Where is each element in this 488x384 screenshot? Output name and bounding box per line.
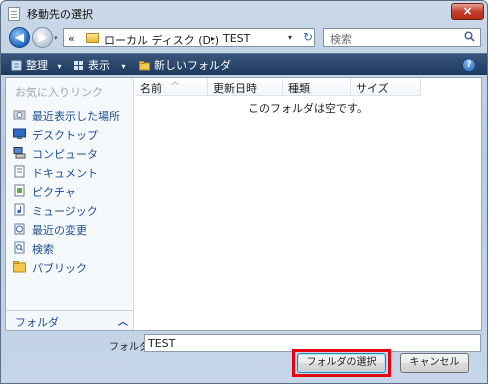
- column-header-name[interactable]: 名前 ︿: [135, 77, 208, 96]
- file-list[interactable]: 名前 ︿ 更新日時 種類 サイズ このフォルダは空です。: [135, 77, 481, 330]
- sidebar-item-pictures[interactable]: ピクチャ: [13, 182, 131, 200]
- window-title: 移動先の選択: [27, 8, 93, 21]
- search-input[interactable]: 検索: [323, 28, 481, 47]
- organize-icon: [11, 60, 22, 71]
- folders-expander[interactable]: フォルダ ︿: [6, 310, 133, 330]
- breadcrumb-separator-icon[interactable]: ▸: [211, 34, 215, 43]
- computer-icon: [13, 147, 26, 159]
- chevron-up-icon[interactable]: ︿: [118, 313, 128, 328]
- view-dropdown-icon: ▾: [121, 62, 126, 71]
- sidebar-item-label: ピクチャ: [32, 186, 76, 199]
- dialog-icon: [8, 7, 20, 21]
- select-folder-button[interactable]: フォルダの選択: [297, 353, 386, 373]
- sidebar-item-documents[interactable]: ドキュメント: [13, 163, 131, 181]
- pictures-icon: [14, 184, 25, 197]
- empty-folder-message: このフォルダは空です。: [248, 102, 368, 115]
- new-folder-button[interactable]: 新しいフォルダ: [139, 57, 231, 73]
- sidebar-item-searches[interactable]: 検索: [13, 239, 131, 257]
- history-dropdown-icon[interactable]: ▾: [54, 34, 58, 42]
- sidebar-item-desktop[interactable]: デスクトップ: [13, 125, 131, 143]
- breadcrumb-local-disk[interactable]: ローカル ディスク (D:): [104, 32, 219, 48]
- back-button[interactable]: ◀: [9, 27, 30, 48]
- column-header-date-modified[interactable]: 更新日時: [208, 78, 283, 96]
- organize-label: 整理: [26, 59, 48, 72]
- new-folder-label: 新しいフォルダ: [154, 59, 231, 72]
- music-icon: [14, 203, 25, 216]
- column-header-size[interactable]: サイズ: [351, 78, 421, 96]
- sidebar-item-recent-places[interactable]: 最近表示した場所: [13, 106, 131, 124]
- folders-label: フォルダ: [15, 316, 59, 329]
- sidebar-item-label: ドキュメント: [32, 167, 98, 180]
- sidebar-item-label: デスクトップ: [32, 129, 98, 142]
- column-header-type[interactable]: 種類: [283, 78, 351, 96]
- view-label: 表示: [88, 59, 110, 72]
- sort-ascending-icon: ︿: [171, 77, 179, 86]
- public-folder-icon: [13, 261, 26, 273]
- sidebar-item-label: 検索: [32, 243, 54, 256]
- folder-picker-dialog: 移動先の選択 × ◀ ▶ ▾ « ローカル ディスク (D:) ▸ TEST ▾…: [0, 0, 488, 384]
- view-icon: [74, 61, 83, 70]
- recent-places-icon: [13, 110, 26, 120]
- favorites-header: お気に入りリンク: [15, 86, 103, 99]
- refresh-icon[interactable]: ↻: [299, 28, 317, 47]
- organize-dropdown-icon: ▾: [57, 62, 62, 71]
- search-placeholder: 検索: [330, 33, 352, 46]
- column-header-label: サイズ: [356, 82, 389, 95]
- address-row: ◀ ▶ ▾ « ローカル ディスク (D:) ▸ TEST ▾ ↻ 検索: [1, 25, 487, 49]
- address-overflow-chevron[interactable]: «: [68, 32, 75, 45]
- organize-menu-button[interactable]: 整理 ▾: [11, 57, 62, 73]
- folder-icon: [86, 33, 99, 43]
- searches-icon: [14, 241, 25, 254]
- documents-icon: [14, 165, 25, 178]
- sidebar-item-public[interactable]: パブリック: [13, 258, 131, 276]
- forward-button[interactable]: ▶: [32, 27, 53, 48]
- sidebar-item-label: 最近の変更: [32, 224, 87, 237]
- cancel-button[interactable]: キャンセル: [400, 353, 469, 373]
- sidebar-item-computer[interactable]: コンピュータ: [13, 144, 131, 162]
- desktop-icon: [13, 128, 26, 139]
- column-header-label: 種類: [288, 82, 310, 95]
- sidebar-item-music[interactable]: ミュージック: [13, 201, 131, 219]
- command-toolbar: 整理 ▾ 表示 ▾ 新しいフォルダ ?: [1, 53, 487, 75]
- view-menu-button[interactable]: 表示 ▾: [73, 57, 126, 73]
- sidebar-item-label: 最近表示した場所: [32, 110, 120, 123]
- close-button[interactable]: ×: [451, 3, 484, 20]
- browser-pane: お気に入りリンク 最近表示した場所 デスクトップ コンピュータ ドキュメント ピ…: [5, 77, 482, 331]
- address-bar[interactable]: « ローカル ディスク (D:) ▸ TEST ▾: [63, 28, 315, 47]
- sidebar-item-label: コンピュータ: [32, 148, 98, 161]
- sidebar-item-label: ミュージック: [32, 205, 98, 218]
- breadcrumb-test[interactable]: TEST: [223, 32, 250, 45]
- sidebar-item-label: パブリック: [32, 262, 87, 275]
- title-bar[interactable]: 移動先の選択 ×: [1, 1, 487, 25]
- help-icon[interactable]: ?: [462, 58, 476, 72]
- column-header-label: 更新日時: [213, 82, 257, 95]
- navigation-pane: お気に入りリンク 最近表示した場所 デスクトップ コンピュータ ドキュメント ピ…: [6, 78, 134, 330]
- search-icon[interactable]: [464, 31, 475, 42]
- new-folder-icon: [139, 61, 150, 71]
- address-dropdown-icon[interactable]: ▾: [288, 33, 292, 42]
- recently-changed-icon: [14, 223, 25, 235]
- sidebar-item-recently-changed[interactable]: 最近の変更: [13, 220, 131, 238]
- column-header-label: 名前: [140, 82, 162, 95]
